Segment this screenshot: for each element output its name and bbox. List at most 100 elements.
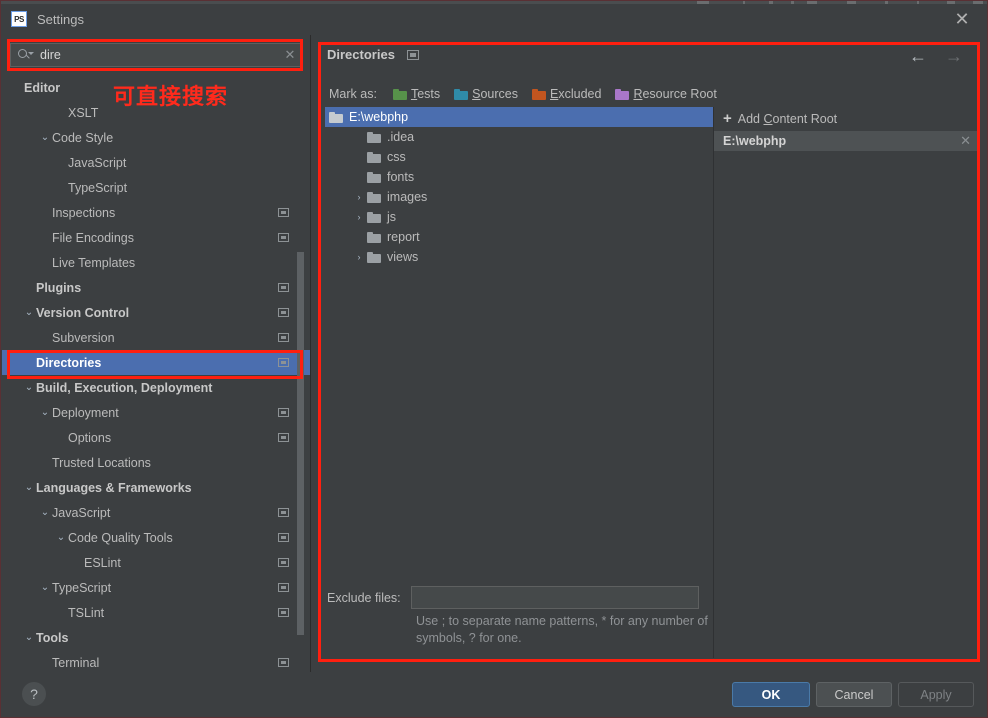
sidebar-item-label: TypeScript (68, 180, 128, 195)
chevron-down-icon[interactable]: ⌄ (22, 482, 36, 493)
sidebar-item-version-control[interactable]: ⌄ Version Control (2, 300, 310, 325)
sidebar-item-label: Languages & Frameworks (36, 480, 192, 495)
chevron-down-icon[interactable]: ⌄ (54, 532, 68, 543)
sidebar-scrollbar-track[interactable] (297, 35, 307, 635)
sidebar-item-code-style[interactable]: ⌄ Code Style (2, 125, 310, 150)
sidebar-item-file-encodings[interactable]: File Encodings (2, 225, 310, 250)
content-root-row[interactable]: E:\webphp ✕ (714, 130, 977, 151)
sidebar-item-label: Code Style (52, 130, 114, 145)
mark-as-excluded-button[interactable]: Excluded (532, 87, 601, 101)
mark-as-sources-button[interactable]: Sources (454, 87, 518, 101)
search-icon (18, 48, 34, 62)
project-scope-icon (278, 608, 289, 617)
project-scope-icon (278, 533, 289, 542)
mark-as-label-text: Sources (472, 87, 518, 101)
sidebar-item-label: Code Quality Tools (68, 530, 173, 545)
project-scope-icon (278, 283, 289, 292)
sidebar-item-code-quality-tools[interactable]: ⌄ Code Quality Tools (2, 525, 310, 550)
sidebar-item-languages-frameworks[interactable]: ⌄ Languages & Frameworks (2, 475, 310, 500)
panel-navigation: ← → (909, 47, 963, 65)
sidebar-item-typescript[interactable]: ⌄ TypeScript (2, 575, 310, 600)
sidebar-item-javascript[interactable]: JavaScript (2, 150, 310, 175)
sidebar-item-subversion[interactable]: Subversion (2, 325, 310, 350)
dialog-footer: ? OK Cancel Apply (2, 672, 986, 716)
exclude-files-input[interactable] (410, 586, 699, 609)
directory-name: .idea (387, 130, 415, 144)
chevron-down-icon[interactable]: ⌄ (22, 382, 36, 393)
mark-as-label-text: Tests (410, 87, 441, 101)
mark-as-label: Mark as: (329, 87, 377, 101)
directory-tree-row[interactable]: › images (325, 187, 713, 207)
sidebar-item-inspections[interactable]: Inspections (2, 200, 310, 225)
sidebar-item-label: ESLint (84, 555, 121, 570)
ok-button[interactable]: OK (732, 682, 810, 707)
mark-as-resource-root-button[interactable]: Resource Root (615, 87, 717, 101)
sidebar-item-plugins[interactable]: Plugins (2, 275, 310, 300)
directory-tree-row[interactable]: .idea (325, 127, 713, 147)
sidebar-item-label: Subversion (52, 330, 115, 345)
project-scope-icon (278, 658, 289, 667)
add-content-root-button[interactable]: + Add Content Root (714, 107, 977, 130)
help-button[interactable]: ? (22, 682, 46, 706)
chevron-right-icon[interactable]: › (353, 252, 365, 262)
remove-content-root-icon[interactable]: ✕ (960, 133, 971, 149)
mark-as-label-text: Excluded (550, 87, 602, 101)
search-input[interactable] (40, 48, 279, 62)
plus-icon: + (723, 110, 732, 127)
chevron-down-icon[interactable]: ⌄ (38, 582, 52, 593)
sidebar-scrollbar-thumb[interactable] (297, 252, 304, 635)
directory-name: fonts (387, 170, 415, 184)
panel-settings-icon[interactable] (406, 49, 419, 60)
mark-as-toolbar: Mark as: Tests Sources Excluded Resource Ro… (329, 85, 731, 103)
directory-tree-row[interactable]: ⌄E:\webphp (325, 107, 713, 127)
sidebar-item-options[interactable]: Options (2, 425, 310, 450)
nav-back-icon[interactable]: ← (909, 47, 927, 65)
exclude-files-hint: Use ; to separate name patterns, * for a… (416, 614, 708, 645)
clear-search-icon[interactable]: ✕ (279, 47, 301, 63)
project-scope-icon (278, 233, 289, 242)
mark-as-tests-button[interactable]: Tests (392, 87, 441, 101)
chevron-down-icon[interactable]: ⌄ (38, 507, 52, 518)
directory-tree-row[interactable]: › js (325, 207, 713, 227)
cancel-button[interactable]: Cancel (816, 682, 892, 707)
sidebar-item-build-execution-deployment[interactable]: ⌄ Build, Execution, Deployment (2, 375, 310, 400)
sidebar-item-label: JavaScript (52, 505, 111, 520)
folder-icon (367, 231, 381, 243)
directory-tree-row[interactable]: › views (325, 247, 713, 267)
content-root-path: E:\webphp (723, 134, 787, 148)
annotation-watermark: 可直接搜索 (113, 85, 229, 110)
chevron-right-icon[interactable]: › (353, 192, 365, 202)
sidebar-item-javascript[interactable]: ⌄ JavaScript (2, 500, 310, 525)
sidebar-item-label: Version Control (36, 305, 130, 320)
sidebar-item-trusted-locations[interactable]: Trusted Locations (2, 450, 310, 475)
close-icon[interactable]: ✕ (951, 8, 973, 30)
sidebar-item-tslint[interactable]: TSLint (2, 600, 310, 625)
sidebar-item-typescript[interactable]: TypeScript (2, 175, 310, 200)
apply-button: Apply (898, 682, 974, 707)
chevron-down-icon[interactable]: ⌄ (38, 132, 52, 143)
sidebar-item-terminal[interactable]: Terminal (2, 650, 310, 672)
sidebar-item-eslint[interactable]: ESLint (2, 550, 310, 575)
chevron-right-icon[interactable]: › (353, 212, 365, 222)
sidebar-item-label: Live Templates (52, 255, 136, 270)
mark-as-label-text: Resource Root (633, 87, 717, 101)
sidebar-item-label: Plugins (36, 280, 82, 295)
sidebar-item-label: File Encodings (52, 230, 134, 245)
chevron-down-icon[interactable]: ⌄ (38, 407, 52, 418)
directory-tree-row[interactable]: report (325, 227, 713, 247)
sidebar-item-live-templates[interactable]: Live Templates (2, 250, 310, 275)
chevron-down-icon[interactable]: ⌄ (22, 632, 36, 643)
search-box[interactable]: ✕ (10, 43, 302, 67)
directory-tree-row[interactable]: css (325, 147, 713, 167)
sidebar-item-label: Inspections (52, 205, 116, 220)
settings-tree: Editor XSLT ⌄ Code Style JavaScript TypeScrip… (2, 75, 310, 672)
directory-name: E:\webphp (349, 110, 409, 124)
directory-tree-row[interactable]: fonts (325, 167, 713, 187)
project-scope-icon (278, 408, 289, 417)
sidebar-item-label: Trusted Locations (52, 455, 151, 470)
sidebar-item-label: Terminal (52, 655, 100, 670)
sidebar-item-tools[interactable]: ⌄ Tools (2, 625, 310, 650)
sidebar-item-directories[interactable]: Directories (2, 350, 310, 375)
chevron-down-icon[interactable]: ⌄ (22, 307, 36, 318)
sidebar-item-deployment[interactable]: ⌄ Deployment (2, 400, 310, 425)
